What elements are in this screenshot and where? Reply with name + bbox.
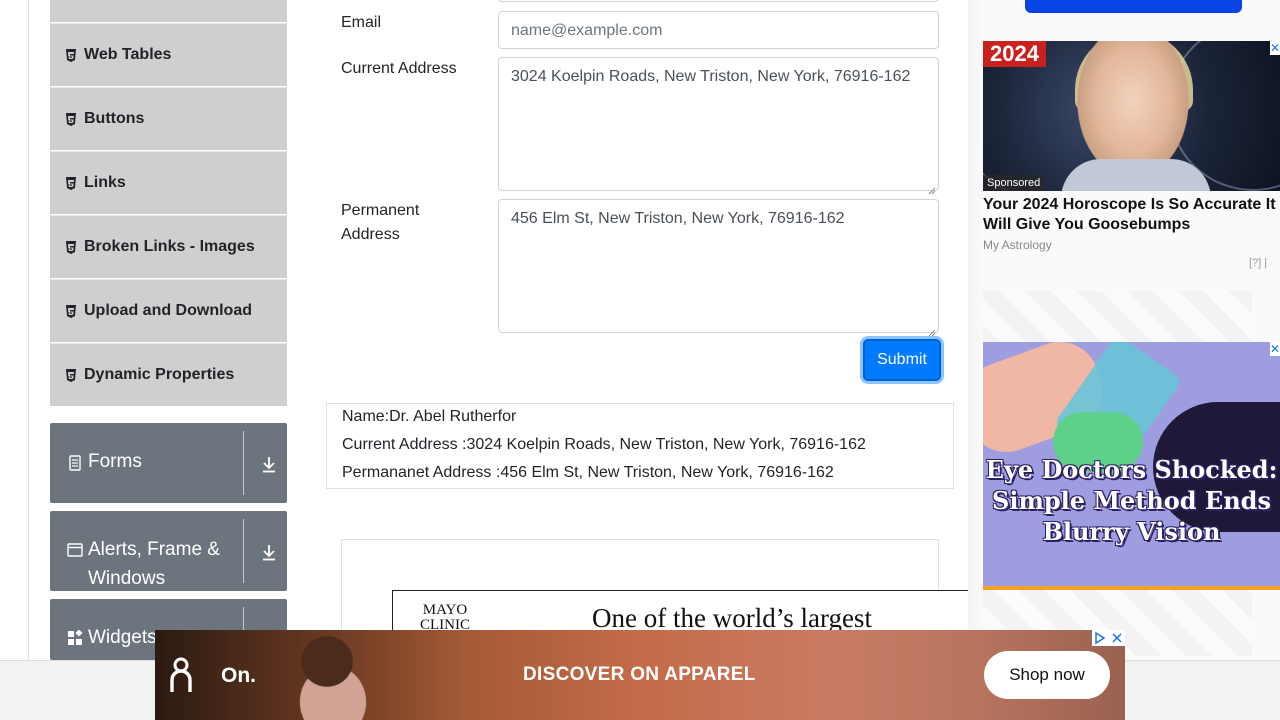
name-field-partial[interactable] <box>498 0 939 2</box>
sidebar-item-label: Broken Links - Images <box>84 238 255 255</box>
output-name: Name:Dr. Abel Rutherfor <box>342 408 517 425</box>
current-address-value: 3024 Koelpin Roads, New Triston, New Yor… <box>511 68 911 85</box>
on-logo-icon <box>169 656 193 694</box>
current-address-label: Current Address <box>341 60 457 77</box>
sidebar-item-partial[interactable] <box>50 0 287 22</box>
sidebar-item-label: Links <box>84 174 126 191</box>
adchoices-icon[interactable] <box>1092 630 1125 646</box>
window-icon <box>67 542 83 558</box>
on-apparel-banner-ad[interactable]: On. DISCOVER ON APPAREL Shop now <box>155 630 1125 720</box>
download-arrow-icon[interactable] <box>261 455 277 473</box>
year-badge: 2024 <box>983 41 1046 67</box>
permanent-address-label: Permanent <box>341 202 420 219</box>
horoscope-ad-title[interactable]: Your 2024 Horoscope Is So Accurate It Wi… <box>983 195 1280 235</box>
sidebar-item-upload-download[interactable]: Upload and Download <box>50 279 287 342</box>
form-icon <box>67 455 83 471</box>
sidebar-group-alerts[interactable]: Alerts, Frame & Windows <box>50 511 287 591</box>
sidebar-item-label: Dynamic Properties <box>84 366 235 383</box>
shirt-graphic <box>1061 159 1211 191</box>
resize-grip-icon[interactable] <box>928 180 936 195</box>
html5-icon <box>65 112 77 126</box>
banner-text: DISCOVER ON APPAREL <box>523 664 756 685</box>
sidebar-item-label: Upload and Download <box>84 302 252 319</box>
sidebar-item-buttons[interactable]: Buttons <box>50 87 287 150</box>
left-divider <box>28 0 29 660</box>
banner-brand: On. <box>221 664 256 687</box>
sidebar-group-label: Forms <box>88 451 142 472</box>
html5-icon <box>65 368 77 382</box>
current-address-field[interactable]: 3024 Koelpin Roads, New Triston, New Yor… <box>498 57 939 195</box>
group-divider <box>243 431 244 495</box>
email-placeholder: name@example.com <box>511 22 663 39</box>
ad-button-partial[interactable] <box>1025 0 1242 13</box>
close-icon[interactable]: ✕ <box>1270 41 1280 55</box>
adchoices-icon[interactable]: [?] | <box>1249 257 1267 269</box>
sidebar-item-web-tables[interactable]: Web Tables <box>50 23 287 86</box>
eye-doctors-ad[interactable]: Eye Doctors Shocked: Simple Method Ends … <box>983 342 1280 590</box>
shop-now-button[interactable]: Shop now <box>984 651 1110 699</box>
eye-ad-headline: Eye Doctors Shocked: Simple Method Ends … <box>985 455 1278 546</box>
permanent-address-value: 456 Elm St, New Triston, New York, 76916… <box>511 210 845 227</box>
sidebar-item-links[interactable]: Links <box>50 151 287 214</box>
download-arrow-icon[interactable] <box>261 543 277 561</box>
html5-icon <box>65 304 77 318</box>
sidebar-group-label-line2: Windows <box>88 568 166 589</box>
horoscope-ad-image[interactable]: 2024 Sponsored <box>983 41 1280 191</box>
sidebar-item-broken-links[interactable]: Broken Links - Images <box>50 215 287 278</box>
html5-icon <box>65 176 77 190</box>
sidebar-group-label: Widgets <box>88 627 157 648</box>
html5-icon <box>65 240 77 254</box>
output-permanent-address: Permananet Address :456 Elm St, New Tris… <box>342 464 834 481</box>
sidebar-group-forms[interactable]: Forms <box>50 423 287 503</box>
permanent-address-label-line2: Address <box>341 226 400 243</box>
output-current-address: Current Address :3024 Koelpin Roads, New… <box>342 436 866 453</box>
sidebar-item-label: Buttons <box>84 110 145 127</box>
sidebar-item-dynamic-properties[interactable]: Dynamic Properties <box>50 343 287 406</box>
mayo-logo-line1: MAYO <box>422 602 468 618</box>
submit-button[interactable]: Submit <box>863 339 941 381</box>
output-box: Name:Dr. Abel Rutherfor Current Address … <box>326 403 954 489</box>
resize-grip-icon[interactable] <box>928 322 936 337</box>
widgets-icon <box>67 629 83 646</box>
page: Web Tables Buttons Links Broken Links - … <box>0 0 1280 720</box>
sidebar-group-label: Alerts, Frame & <box>88 539 220 560</box>
mayo-logo: MAYO CLINIC <box>420 603 470 633</box>
email-label: Email <box>341 14 382 31</box>
horoscope-ad-source: My Astrology <box>983 238 1052 252</box>
html5-icon <box>65 48 77 62</box>
group-divider <box>243 519 244 583</box>
sponsored-label: Sponsored <box>983 175 1045 191</box>
runner-graphic <box>267 630 387 720</box>
sidebar-item-label: Web Tables <box>84 46 172 63</box>
close-icon[interactable]: ✕ <box>1270 342 1280 356</box>
email-field[interactable]: name@example.com <box>498 11 939 49</box>
permanent-address-field[interactable]: 456 Elm St, New Triston, New York, 76916… <box>498 199 939 337</box>
